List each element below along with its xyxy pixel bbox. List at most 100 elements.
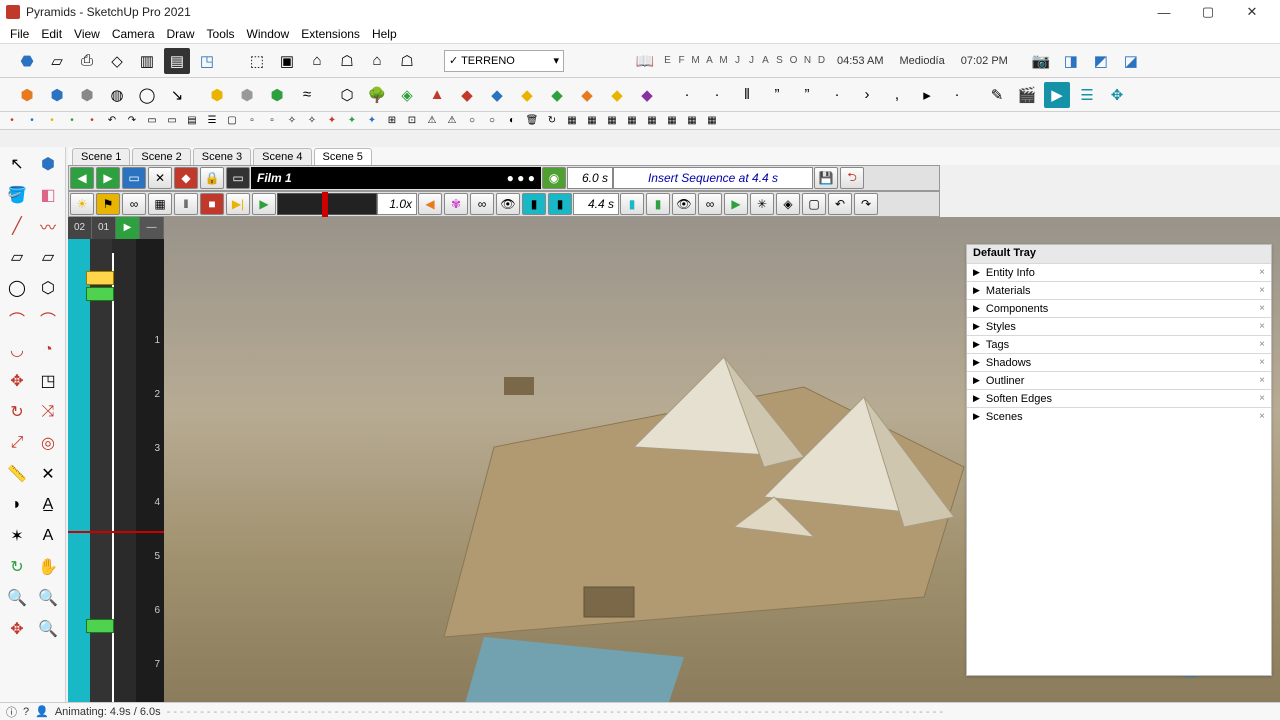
arc3-tool[interactable]: ◡ xyxy=(2,335,32,365)
clapper-icon[interactable]: 🎬 xyxy=(1014,82,1040,108)
box-icon[interactable]: ◳ xyxy=(194,48,220,74)
sm7[interactable]: ↷ xyxy=(124,113,140,129)
sm1[interactable]: • xyxy=(4,113,20,129)
anim-tools-icon[interactable]: ✕ xyxy=(148,167,172,189)
anim-sun-icon[interactable]: ☀ xyxy=(70,193,94,215)
stack-pur-icon[interactable]: ◆ xyxy=(634,82,660,108)
3dtext-tool[interactable]: A xyxy=(33,521,63,551)
house4-icon[interactable]: ☖ xyxy=(394,48,420,74)
sm15[interactable]: ✧ xyxy=(284,113,300,129)
sm27[interactable]: 🗑 xyxy=(524,113,540,129)
scene-tab-3[interactable]: Scene 3 xyxy=(193,148,251,165)
anim-flag-icon[interactable]: ⚑ xyxy=(96,193,120,215)
help-icon[interactable]: ? xyxy=(23,706,29,718)
anim-eye2-icon[interactable]: 👁 xyxy=(672,193,696,215)
menu-window[interactable]: Window xyxy=(241,27,296,41)
house1-icon[interactable]: ⌂ xyxy=(304,48,330,74)
anim-stop-icon[interactable]: ■ xyxy=(200,193,224,215)
axes-tool[interactable]: ✶ xyxy=(2,521,32,551)
scene-tab-1[interactable]: Scene 1 xyxy=(72,148,130,165)
cross-arrows-icon[interactable]: ✥ xyxy=(1104,82,1130,108)
dims-tool[interactable]: ✕ xyxy=(33,459,63,489)
timeline-col-play[interactable]: ▶ xyxy=(116,217,140,239)
screen-play-icon[interactable]: ▶ xyxy=(1044,82,1070,108)
close-icon[interactable]: × xyxy=(1259,393,1265,404)
anim-screen-icon[interactable]: ▭ xyxy=(122,167,146,189)
sm18[interactable]: ✦ xyxy=(344,113,360,129)
camera-icon[interactable]: 📷 xyxy=(1028,48,1054,74)
zoomext-tool[interactable]: ✥ xyxy=(2,614,32,644)
house3-icon[interactable]: ⌂ xyxy=(364,48,390,74)
dot1-icon[interactable]: · xyxy=(674,82,700,108)
dot3-icon[interactable]: · xyxy=(824,82,850,108)
close-icon[interactable]: × xyxy=(1259,357,1265,368)
info-icon[interactable]: ⓘ xyxy=(6,704,17,720)
dot2-icon[interactable]: · xyxy=(704,82,730,108)
pie-tool[interactable]: ◔ xyxy=(33,335,63,365)
arrow-head-icon[interactable]: ≈ xyxy=(294,82,320,108)
tray-scenes[interactable]: ▶Scenes× xyxy=(967,407,1271,425)
menu-view[interactable]: View xyxy=(68,27,106,41)
film-duration[interactable]: 6.0 s xyxy=(567,167,613,189)
person-icon[interactable]: 👤 xyxy=(35,705,49,718)
tray-components[interactable]: ▶Components× xyxy=(967,299,1271,317)
tray-tags[interactable]: ▶Tags× xyxy=(967,335,1271,353)
book-icon[interactable]: ▥ xyxy=(134,48,160,74)
up-red-icon[interactable]: ▲ xyxy=(424,82,450,108)
timeline-col-bar[interactable]: — xyxy=(140,217,164,239)
keyframe-3[interactable] xyxy=(86,619,114,633)
scene-tab-4[interactable]: Scene 4 xyxy=(253,148,311,165)
circle-tool[interactable]: ◯ xyxy=(2,273,32,303)
anim-back-icon[interactable]: ◀ xyxy=(418,193,442,215)
close-icon[interactable]: × xyxy=(1259,267,1265,278)
menu-help[interactable]: Help xyxy=(366,27,403,41)
pushpull-tool[interactable]: ◳ xyxy=(33,366,63,396)
anim-pause2-icon[interactable]: ‖ xyxy=(174,193,198,215)
sm30[interactable]: ▦ xyxy=(584,113,600,129)
text-tool[interactable]: A̲ xyxy=(33,490,63,520)
box-grey2-icon[interactable]: ⬢ xyxy=(234,82,260,108)
rotate-tool[interactable]: ↻ xyxy=(2,397,32,427)
tray-shadows[interactable]: ▶Shadows× xyxy=(967,353,1271,371)
tape-tool[interactable]: 📏 xyxy=(2,459,32,489)
shield-icon[interactable]: ⬡ xyxy=(334,82,360,108)
timeline-col-01[interactable]: 01 xyxy=(92,217,116,239)
current-time[interactable]: 4.4 s xyxy=(573,193,619,215)
sm28[interactable]: ↻ xyxy=(544,113,560,129)
sm10[interactable]: ▤ xyxy=(184,113,200,129)
sm6[interactable]: ↶ xyxy=(104,113,120,129)
sm3[interactable]: • xyxy=(44,113,60,129)
anim-play-icon[interactable]: ▶ xyxy=(96,167,120,189)
prev-tool[interactable]: 🔍 xyxy=(33,614,63,644)
anim-cam-icon[interactable]: ▮ xyxy=(646,193,670,215)
keyframe-2[interactable] xyxy=(86,287,114,301)
select-tool[interactable]: ↖ xyxy=(2,149,32,179)
cube-blue2-icon[interactable]: ⬢ xyxy=(44,82,70,108)
timeline-col-02[interactable]: 02 xyxy=(68,217,92,239)
menu-draw[interactable]: Draw xyxy=(161,27,201,41)
tray-outliner[interactable]: ▶Outliner× xyxy=(967,371,1271,389)
cube-orange-icon[interactable]: ⬢ xyxy=(14,82,40,108)
anim-prev-icon[interactable]: ◀ xyxy=(70,167,94,189)
stack-icon[interactable]: ▤ xyxy=(164,48,190,74)
anim-eye-icon[interactable]: 👁 xyxy=(496,193,520,215)
iso2-icon[interactable]: ◩ xyxy=(1088,48,1114,74)
sphere-icon[interactable]: ◍ xyxy=(104,82,130,108)
zoom-tool[interactable]: 🔍 xyxy=(2,583,32,613)
sliders-icon[interactable]: ☰ xyxy=(1074,82,1100,108)
close-icon[interactable]: × xyxy=(1259,339,1265,350)
component-tool[interactable]: ⬢ xyxy=(33,149,63,179)
sm31[interactable]: ▦ xyxy=(604,113,620,129)
group-icon[interactable]: ▣ xyxy=(274,48,300,74)
eraser-tool[interactable]: ◧ xyxy=(33,180,63,210)
anim-film2-icon[interactable]: ▮ xyxy=(548,193,572,215)
anim-su-icon[interactable]: ◆ xyxy=(174,167,198,189)
close-button[interactable]: ✕ xyxy=(1230,0,1274,24)
sm12[interactable]: ▢ xyxy=(224,113,240,129)
maximize-button[interactable]: ▢ xyxy=(1186,0,1230,24)
menu-edit[interactable]: Edit xyxy=(35,27,68,41)
arrow-sm-icon[interactable]: › xyxy=(854,82,880,108)
stack-yel-icon[interactable]: ◆ xyxy=(514,82,540,108)
close-icon[interactable]: × xyxy=(1259,375,1265,386)
sm4[interactable]: • xyxy=(64,113,80,129)
